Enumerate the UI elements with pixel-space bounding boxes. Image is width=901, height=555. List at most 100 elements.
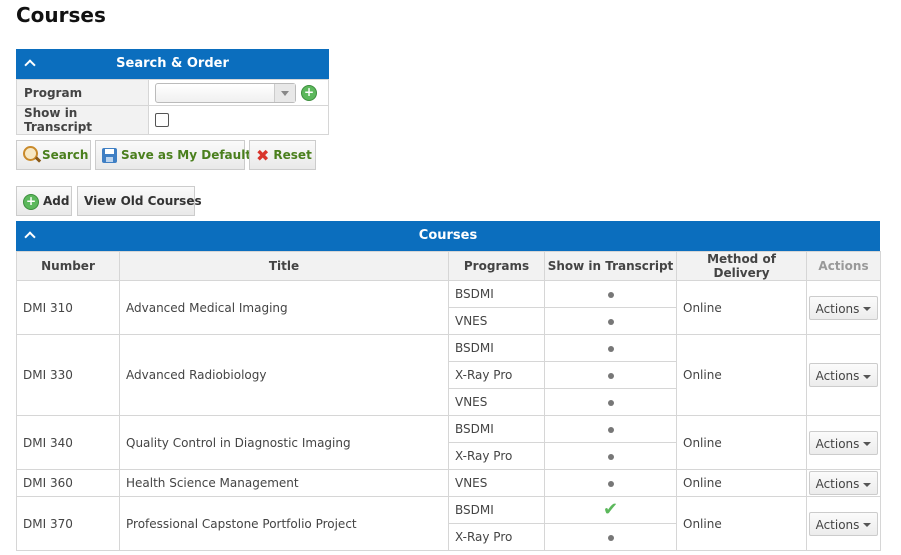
show-in-transcript-cell [544, 361, 677, 389]
course-program: VNES [448, 388, 545, 416]
course-title: Professional Capstone Portfolio Project [119, 496, 449, 551]
actions-label: Actions [815, 517, 860, 532]
method-of-delivery: Online [676, 496, 807, 551]
save-default-button[interactable]: Save as My Default [95, 140, 251, 170]
col-title[interactable]: Title [119, 251, 449, 281]
method-of-delivery: Online [676, 280, 807, 335]
reset-button[interactable]: ✖ Reset [249, 140, 316, 170]
course-program: X-Ray Pro [448, 442, 545, 470]
course-program: VNES [448, 307, 545, 335]
table-row: DMI 330 Advanced Radiobiology BSDMI Online A… [16, 334, 881, 416]
actions-label: Actions [815, 369, 860, 383]
method-of-delivery: Online [676, 415, 807, 470]
courses-title: Courses [418, 228, 478, 243]
search-order-header[interactable]: Search & Order [16, 49, 329, 79]
collapse-icon[interactable] [22, 221, 38, 251]
show-in-transcript-cell [544, 523, 677, 551]
actions-label: Actions [815, 301, 860, 316]
program-label: Program [16, 79, 149, 106]
caret-down-icon [863, 523, 872, 527]
actions-dropdown-button[interactable]: Actions [808, 430, 879, 455]
course-title: Quality Control in Diagnostic Imaging [119, 415, 449, 470]
course-program: BSDMI [448, 280, 545, 308]
actions-label: Actions [815, 436, 860, 451]
col-programs[interactable]: Programs [448, 251, 545, 281]
dot-icon [607, 373, 614, 379]
caret-down-icon [863, 442, 872, 446]
search-order-panel: Search & Order Program + Show in Transcr… [16, 49, 329, 135]
close-icon: ✖ [256, 145, 270, 165]
actions-cell: Actions [806, 496, 881, 551]
search-button[interactable]: Search [16, 140, 91, 170]
course-number: DMI 330 [16, 334, 120, 416]
actions-dropdown-button[interactable]: Actions [808, 295, 879, 320]
courses-panel: Courses Number Title Programs Show in Tr… [16, 221, 881, 551]
check-icon: ✔ [602, 499, 619, 520]
show-in-transcript-checkbox[interactable] [155, 113, 169, 128]
dot-icon [607, 400, 614, 406]
search-form: Program + Show in Transcript [16, 79, 329, 135]
show-in-transcript-cell [544, 469, 677, 497]
actions-dropdown-button[interactable]: Actions [808, 511, 879, 536]
col-actions: Actions [806, 251, 881, 281]
search-order-title: Search & Order [116, 56, 229, 71]
table-row: DMI 360 Health Science Management VNES Onli… [16, 469, 881, 497]
actions-cell: Actions [806, 334, 881, 416]
show-in-transcript-cell: ✔ [544, 496, 677, 524]
course-title: Health Science Management [119, 469, 449, 497]
show-in-transcript-cell [544, 442, 677, 470]
table-row: DMI 340 Quality Control in Diagnostic Ima… [16, 415, 881, 470]
program-select[interactable] [155, 82, 296, 103]
col-show-in-transcript[interactable]: Show in Transcript [544, 251, 677, 281]
courses-table: Number Title Programs Show in Transcript… [16, 251, 881, 551]
actions-dropdown-button[interactable]: Actions [808, 471, 879, 495]
actions-cell: Actions [806, 415, 881, 470]
course-program: X-Ray Pro [448, 361, 545, 389]
save-icon [102, 148, 117, 163]
course-number: DMI 310 [16, 280, 120, 335]
method-of-delivery: Online [676, 469, 807, 497]
add-program-icon[interactable]: + [301, 84, 317, 101]
course-number: DMI 340 [16, 415, 120, 470]
table-row: DMI 370 Professional Capstone Portfolio P… [16, 496, 881, 551]
course-title: Advanced Radiobiology [119, 334, 449, 416]
show-in-transcript-cell [544, 307, 677, 335]
actions-dropdown-button[interactable]: Actions [808, 363, 879, 387]
dot-icon [607, 427, 614, 433]
collapse-icon[interactable] [22, 49, 38, 79]
course-program: BSDMI [448, 334, 545, 362]
show-in-transcript-cell [544, 334, 677, 362]
show-in-transcript-cell [544, 415, 677, 443]
dot-icon [607, 319, 614, 325]
show-in-transcript-cell [544, 280, 677, 308]
page-title: Courses [16, 3, 106, 27]
table-row: DMI 310 Advanced Medical Imaging BSDMI Onli… [16, 280, 881, 335]
dot-icon [607, 481, 614, 487]
caret-down-icon [863, 307, 872, 311]
actions-cell: Actions [806, 469, 881, 497]
view-old-courses-button[interactable]: View Old Courses [77, 186, 202, 216]
dot-icon [607, 346, 614, 352]
course-number: DMI 360 [16, 469, 120, 497]
dot-icon [607, 535, 614, 541]
magnifier-icon [23, 146, 38, 161]
caret-down-icon [863, 374, 872, 379]
col-method-of-delivery[interactable]: Method of Delivery [676, 251, 807, 281]
caret-down-icon [863, 482, 872, 487]
course-program: BSDMI [448, 496, 545, 524]
courses-header[interactable]: Courses [16, 221, 880, 251]
dot-icon [607, 454, 614, 460]
course-program: VNES [448, 469, 545, 497]
course-title: Advanced Medical Imaging [119, 280, 449, 335]
add-button[interactable]: + Add [16, 186, 72, 216]
course-program: BSDMI [448, 415, 545, 443]
course-program: X-Ray Pro [448, 523, 545, 551]
plus-icon: + [23, 193, 39, 210]
col-number[interactable]: Number [16, 251, 120, 281]
chevron-down-icon[interactable] [274, 83, 295, 102]
show-in-transcript-label: Show in Transcript [16, 105, 149, 135]
actions-label: Actions [815, 477, 860, 491]
actions-cell: Actions [806, 280, 881, 335]
show-in-transcript-cell [544, 388, 677, 416]
course-number: DMI 370 [16, 496, 120, 551]
